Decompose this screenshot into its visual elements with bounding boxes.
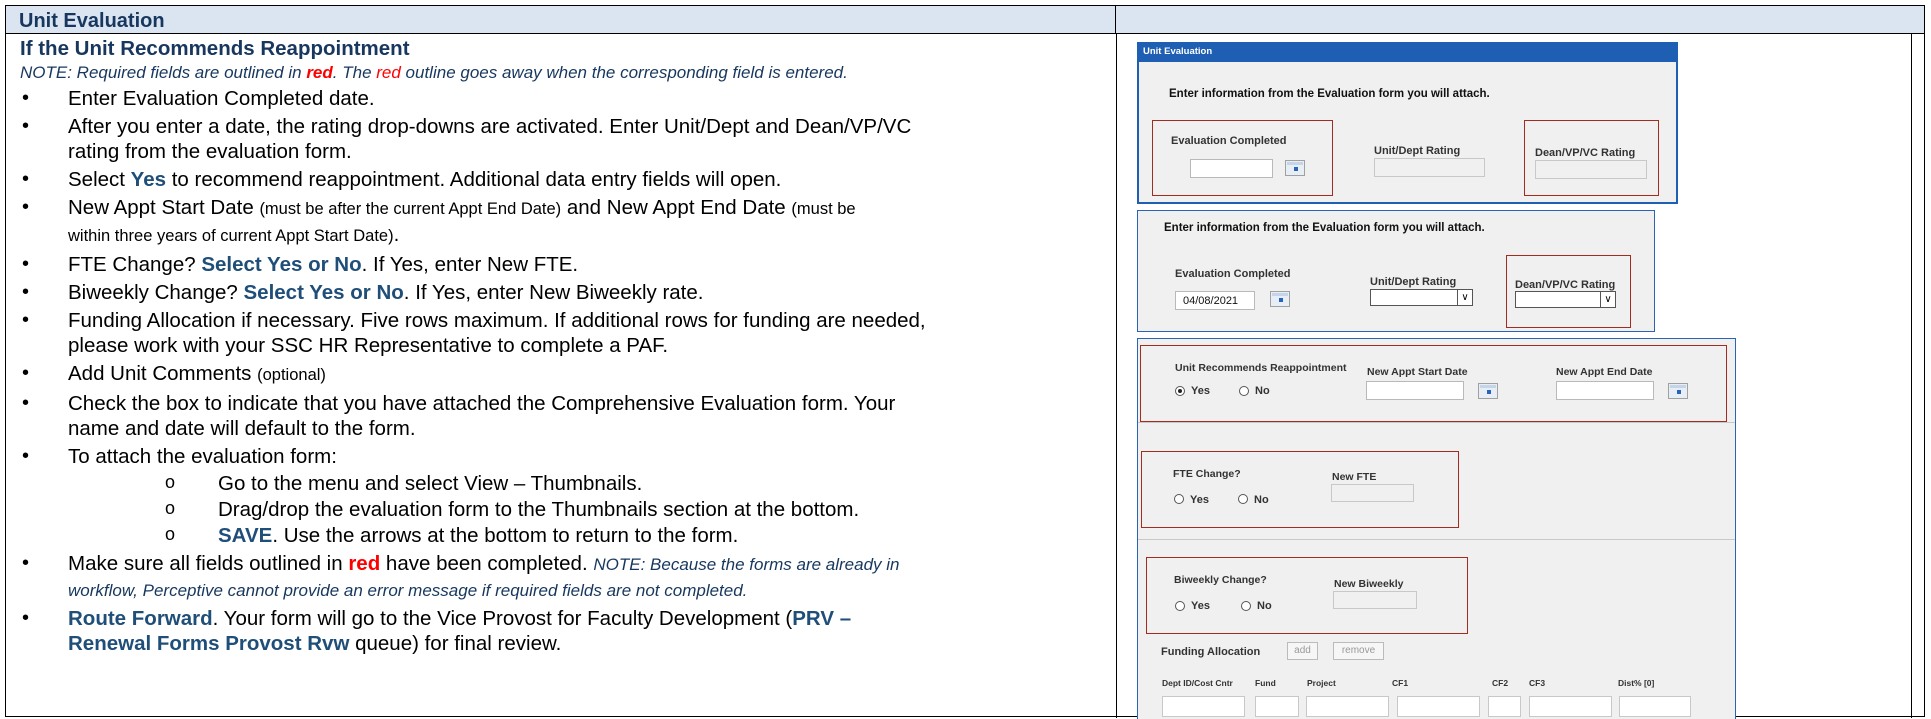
list-item: Make sure all fields outlined in red hav… [20,551,1100,603]
biweekly-yes-label: Yes [1191,600,1210,612]
fte-no-label: No [1254,494,1269,506]
reappoint-no-label: No [1255,385,1270,397]
col-header-fund: Fund [1255,678,1276,688]
dean-rating-label: Dean/VP/VC Rating [1515,279,1616,291]
list-item: To attach the evaluation form: Go to the… [20,444,1100,548]
calendar-icon[interactable] [1478,383,1498,399]
fte-yes-label: Yes [1190,494,1209,506]
reappoint-yes-label: Yes [1191,385,1210,397]
col-header-cf1: CF1 [1392,678,1409,688]
biweekly-no-label: No [1257,600,1272,612]
chevron-down-icon: ∨ [1457,290,1472,305]
dean-rating-select[interactable]: ∨ [1515,291,1616,308]
form-title: Unit Evaluation [1143,46,1213,57]
calendar-icon[interactable] [1285,160,1305,176]
reappoint-yes-radio[interactable] [1175,386,1185,396]
dean-rating-disabled [1535,160,1647,179]
calendar-icon[interactable] [1270,291,1290,307]
form-instructions: Enter information from the Evaluation fo… [1164,222,1485,234]
new-biweekly-disabled [1333,591,1417,609]
col-header-project: Project [1307,678,1336,688]
instructions-column: If the Unit Recommends Reappointment NOT… [20,36,1100,659]
form-unit-evaluation-dated: Enter information from the Evaluation fo… [1137,210,1655,332]
eval-completed-date-input[interactable] [1190,159,1273,178]
unit-rating-label: Unit/Dept Rating [1374,145,1461,157]
form-title-bar [1137,42,1678,62]
unit-rating-select[interactable]: ∨ [1370,289,1473,306]
col-header-cf3: CF3 [1529,678,1546,688]
biweekly-no-radio[interactable] [1241,601,1251,611]
dist-percent-input[interactable] [1619,696,1691,717]
list-item: Select Yes to recommend reappointment. A… [20,167,1100,192]
calendar-icon[interactable] [1668,383,1688,399]
new-biweekly-label: New Biweekly [1334,578,1404,590]
form-reappointment-details: Unit Recommends Reappointment Yes No New… [1137,338,1736,719]
dean-rating-label: Dean/VP/VC Rating [1535,147,1636,159]
list-item: Enter Evaluation Completed date. [20,86,1100,111]
cf1-input[interactable] [1397,696,1480,717]
required-note: NOTE: Required fields are outlined in re… [20,63,848,82]
biweekly-change-required [1146,557,1468,634]
dept-cost-input[interactable] [1162,696,1245,717]
start-date-label: New Appt Start Date [1367,366,1468,378]
sub-list-item: Drag/drop the evaluation form to the Thu… [165,496,1100,522]
chevron-down-icon: ∨ [1600,292,1615,307]
column-divider [1116,34,1117,718]
unit-rating-disabled [1374,158,1485,177]
col-header-dept: Dept ID/Cost Cntr [1162,678,1233,688]
list-item: New Appt Start Date (must be after the c… [20,195,1100,249]
new-fte-label: New FTE [1332,471,1377,483]
list-item: Route Forward. Your form will go to the … [20,606,1100,656]
eval-completed-required [1152,120,1333,196]
list-item: Funding Allocation if necessary. Five ro… [20,308,1100,358]
right-column-divider [1911,34,1912,718]
table-header-left: Unit Evaluation [6,6,1116,34]
list-item: Add Unit Comments (optional) [20,361,1100,388]
section-divider [1138,539,1735,540]
eval-completed-label: Evaluation Completed [1175,268,1291,280]
cf2-input[interactable] [1488,696,1521,717]
form-unit-evaluation-empty: Unit Evaluation Enter information from t… [1137,42,1678,204]
list-item: Check the box to indicate that you have … [20,391,1100,441]
remove-button[interactable]: remove [1333,642,1384,660]
reappoint-no-radio[interactable] [1239,386,1249,396]
col-header-dist: Dist% [0] [1618,678,1655,688]
table-header-right [1116,6,1924,34]
form-instructions: Enter information from the Evaluation fo… [1169,88,1490,100]
fte-change-label: FTE Change? [1173,468,1241,480]
biweekly-change-label: Biweekly Change? [1174,574,1267,586]
project-input[interactable] [1306,696,1389,717]
add-button[interactable]: add [1287,642,1318,660]
list-item: FTE Change? Select Yes or No. If Yes, en… [20,252,1100,277]
end-date-label: New Appt End Date [1556,366,1653,378]
biweekly-yes-radio[interactable] [1175,601,1185,611]
list-item: Biweekly Change? Select Yes or No. If Ye… [20,280,1100,305]
instruction-list: Enter Evaluation Completed date. After y… [20,86,1100,656]
section-divider [1138,422,1735,423]
unit-rating-label: Unit/Dept Rating [1370,276,1457,288]
start-date-input[interactable] [1366,381,1464,400]
fund-input[interactable] [1255,696,1299,717]
funding-allocation-label: Funding Allocation [1161,646,1261,658]
list-item: After you enter a date, the rating drop-… [20,114,1100,164]
reappointment-label: Unit Recommends Reappointment [1175,362,1347,374]
col-header-cf2: CF2 [1492,678,1509,688]
cf3-input[interactable] [1529,696,1612,717]
sub-list-item: Go to the menu and select View – Thumbna… [165,470,1100,496]
sub-list: Go to the menu and select View – Thumbna… [68,470,1100,548]
eval-completed-date-value: 04/08/2021 [1183,295,1239,307]
fte-no-radio[interactable] [1238,494,1248,504]
subsection-title: If the Unit Recommends Reappointment [20,37,410,60]
sub-list-item: SAVE. Use the arrows at the bottom to re… [165,522,1100,548]
end-date-input[interactable] [1556,381,1654,400]
fte-yes-radio[interactable] [1174,494,1184,504]
eval-completed-label: Evaluation Completed [1171,135,1287,147]
new-fte-disabled [1331,484,1414,502]
section-header: Unit Evaluation [19,10,165,32]
